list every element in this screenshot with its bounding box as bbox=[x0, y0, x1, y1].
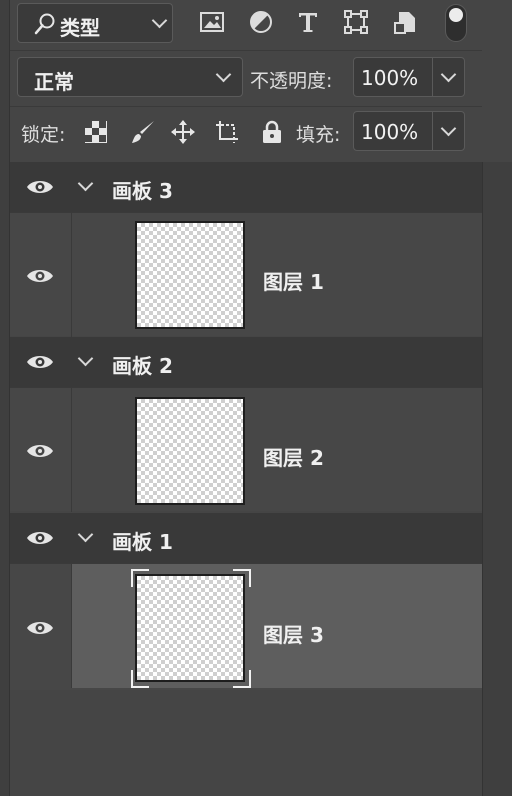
chevron-down-icon[interactable] bbox=[440, 120, 457, 137]
selection-corner bbox=[131, 569, 149, 587]
fill-label: 填充: bbox=[296, 124, 341, 146]
lock-artboard-icon[interactable] bbox=[214, 119, 240, 145]
lock-transparent-icon[interactable] bbox=[84, 120, 108, 144]
layer-row-selected[interactable]: 图层 3 bbox=[10, 563, 482, 690]
divider bbox=[71, 213, 72, 337]
selection-corner bbox=[131, 670, 149, 688]
layer-row[interactable]: 图层 1 bbox=[10, 212, 482, 337]
chevron-down-icon[interactable] bbox=[440, 66, 457, 83]
visibility-eye-icon[interactable] bbox=[26, 529, 54, 547]
chevron-down-icon bbox=[151, 12, 168, 29]
filter-type-select[interactable]: 类型 bbox=[17, 3, 173, 43]
opacity-value[interactable]: 100% bbox=[361, 66, 418, 90]
chevron-down-icon[interactable] bbox=[77, 175, 94, 192]
shape-filter-icon[interactable] bbox=[343, 9, 369, 35]
layer-name[interactable]: 图层 2 bbox=[263, 442, 324, 471]
blend-mode-select[interactable]: 正常 bbox=[17, 57, 243, 97]
lock-position-icon[interactable] bbox=[170, 119, 196, 145]
smart-object-filter-icon[interactable] bbox=[393, 9, 419, 35]
selection-corner bbox=[233, 569, 251, 587]
artboard-group-header[interactable]: 画板 1 bbox=[10, 513, 482, 563]
chevron-down-icon bbox=[215, 66, 232, 83]
layer-name[interactable]: 图层 1 bbox=[263, 266, 324, 295]
divider bbox=[71, 564, 72, 688]
fill-field[interactable]: 100% bbox=[353, 111, 465, 151]
artboard-title: 画板 3 bbox=[112, 179, 173, 203]
artboard-group-header[interactable]: 画板 3 bbox=[10, 162, 482, 212]
toggle-knob bbox=[449, 8, 463, 22]
divider bbox=[432, 112, 433, 150]
opacity-label: 不透明度: bbox=[250, 70, 333, 92]
layer-name[interactable]: 图层 3 bbox=[263, 619, 324, 648]
magnifier-icon bbox=[34, 13, 55, 35]
layer-thumbnail bbox=[135, 574, 245, 682]
lock-label: 锁定: bbox=[21, 124, 66, 146]
lock-all-icon[interactable] bbox=[259, 119, 285, 145]
image-filter-icon[interactable] bbox=[199, 9, 225, 35]
layer-row[interactable]: 图层 2 bbox=[10, 387, 482, 512]
visibility-eye-icon[interactable] bbox=[26, 267, 54, 285]
visibility-eye-icon[interactable] bbox=[26, 442, 54, 460]
artboard-group-header[interactable]: 画板 2 bbox=[10, 337, 482, 387]
divider bbox=[432, 58, 433, 96]
filter-type-label: 类型 bbox=[60, 16, 100, 40]
chevron-down-icon[interactable] bbox=[77, 526, 94, 543]
divider bbox=[10, 50, 482, 51]
scroll-track[interactable] bbox=[482, 162, 512, 796]
divider bbox=[10, 106, 482, 107]
artboard-title: 画板 1 bbox=[112, 530, 173, 554]
lock-image-icon[interactable] bbox=[130, 119, 156, 145]
visibility-eye-icon[interactable] bbox=[26, 353, 54, 371]
adjustment-filter-icon[interactable] bbox=[248, 9, 274, 35]
visibility-eye-icon[interactable] bbox=[26, 178, 54, 196]
type-filter-icon[interactable] bbox=[295, 9, 321, 35]
layer-thumbnail bbox=[135, 397, 245, 505]
divider bbox=[71, 388, 72, 512]
panel-left-border bbox=[0, 0, 10, 796]
visibility-eye-icon[interactable] bbox=[26, 619, 54, 637]
opacity-field[interactable]: 100% bbox=[353, 57, 465, 97]
layer-thumbnail bbox=[135, 221, 245, 329]
fill-value[interactable]: 100% bbox=[361, 120, 418, 144]
chevron-down-icon[interactable] bbox=[77, 350, 94, 367]
filter-toggle[interactable] bbox=[445, 4, 467, 42]
artboard-title: 画板 2 bbox=[112, 354, 173, 378]
selection-corner bbox=[233, 670, 251, 688]
blend-mode-label: 正常 bbox=[34, 70, 74, 94]
